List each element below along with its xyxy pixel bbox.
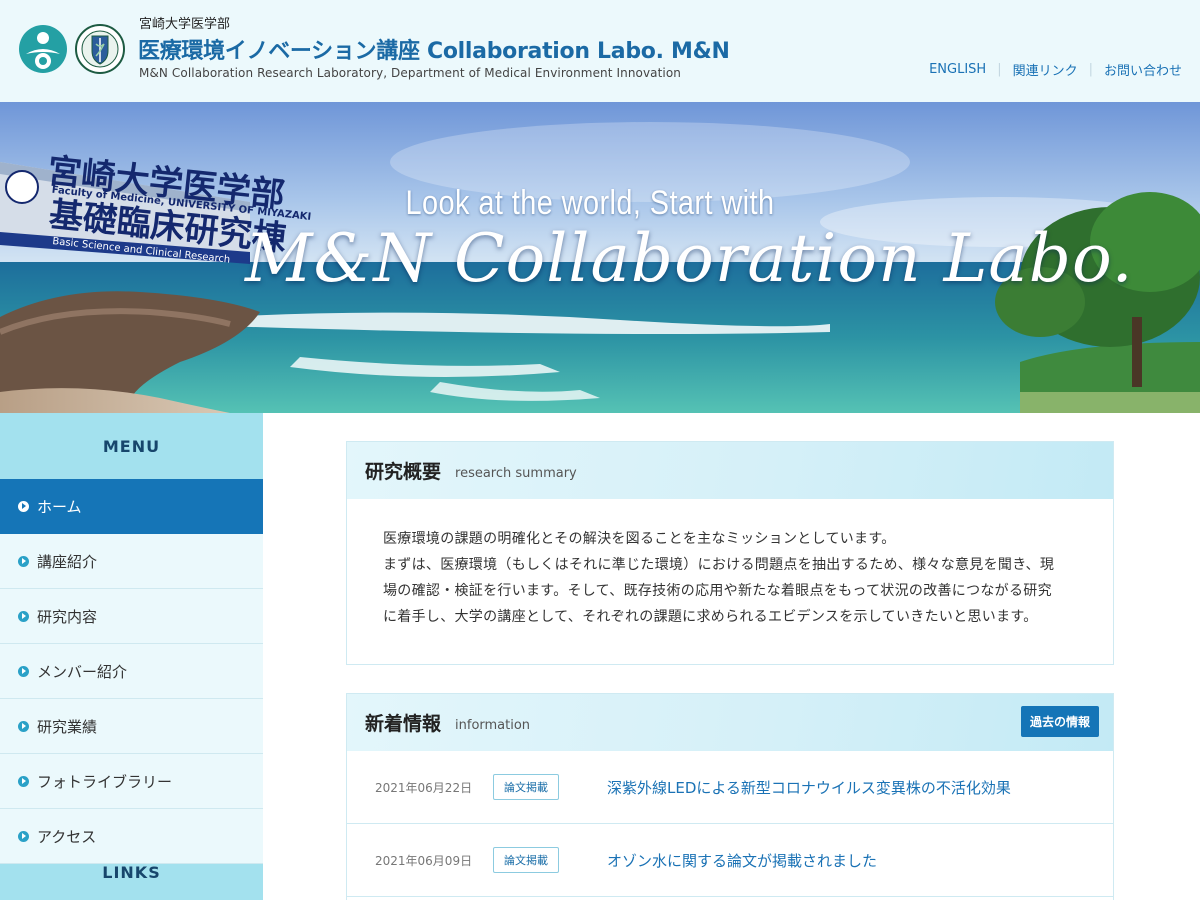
news-date: 2021年06月22日 bbox=[375, 780, 473, 795]
summary-line: まずは、医療環境（もしくはそれに準じた環境）における問題点を抽出するため、様々な… bbox=[383, 557, 1055, 573]
research-summary-subtitle: research summary bbox=[455, 466, 577, 481]
menu-item-label: 研究内容 bbox=[37, 607, 98, 626]
menu-item-label: 研究業績 bbox=[37, 717, 98, 736]
summary-line: に着手し、大学の講座として、それぞれの課題に求められるエビデンスを示していきたい… bbox=[383, 609, 1038, 625]
news-item: 2021年06月22日 論文掲載 深紫外線LEDによる新型コロナウイルス変異株の… bbox=[347, 751, 1113, 824]
hero-tagline: Look at the world, Start with bbox=[405, 184, 775, 222]
menu-item-course[interactable]: 講座紹介 bbox=[0, 534, 263, 589]
hero-banner: 宮崎大学医学部 Faculty of Medicine, UNIVERSITY … bbox=[0, 102, 1200, 413]
menu-item-label: メンバー紹介 bbox=[37, 662, 128, 681]
news-tag: 論文掲載 bbox=[493, 847, 559, 873]
menu-item-label: 講座紹介 bbox=[37, 552, 98, 571]
site-header: 宮崎大学医学部 医療環境イノベーション講座 Collaboration Labo… bbox=[0, 0, 1200, 102]
menu-list: ホーム 講座紹介 研究内容 メンバー紹介 研究業績 フォトライブラリー アクセス bbox=[0, 479, 263, 864]
arrow-bullet-icon bbox=[18, 555, 29, 567]
main-content: 研究概要 research summary 医療環境の課題の明確化とその解決を図… bbox=[263, 413, 1200, 900]
summary-line: 場の確認・検証を行います。そして、既存技術の応用や新たな着眼点をもって状況の改善… bbox=[383, 583, 1052, 599]
research-summary-header: 研究概要 research summary bbox=[347, 442, 1113, 499]
news-link[interactable]: オゾン水に関する論文が掲載されました bbox=[607, 850, 877, 871]
english-link[interactable]: ENGLISH bbox=[929, 62, 986, 77]
site-title[interactable]: 医療環境イノベーション講座 Collaboration Labo. M&N bbox=[138, 33, 730, 65]
research-summary-title: 研究概要 bbox=[365, 461, 442, 483]
site-subtitle: M&N Collaboration Research Laboratory, D… bbox=[139, 66, 682, 80]
arrow-bullet-icon bbox=[18, 830, 29, 842]
arrow-bullet-icon bbox=[18, 775, 29, 787]
university-logo-icon[interactable] bbox=[18, 24, 68, 74]
arrow-bullet-icon bbox=[18, 665, 29, 677]
arrow-bullet-icon bbox=[18, 720, 29, 732]
menu-title: MENU bbox=[102, 436, 161, 456]
university-name: 宮崎大学医学部 bbox=[139, 17, 231, 32]
menu-item-photo-library[interactable]: フォトライブラリー bbox=[0, 754, 263, 809]
sidebar: MENU ホーム 講座紹介 研究内容 メンバー紹介 研究業績 フォトライブラリー bbox=[0, 413, 263, 900]
menu-item-home[interactable]: ホーム bbox=[0, 479, 263, 534]
menu-item-access[interactable]: アクセス bbox=[0, 809, 263, 864]
link-divider: | bbox=[1088, 62, 1093, 77]
contact-link[interactable]: お問い合わせ bbox=[1104, 60, 1182, 79]
summary-line: 医療環境の課題の明確化とその解決を図ることを主なミッションとしています。 bbox=[383, 531, 896, 547]
news-link[interactable]: 深紫外線LEDによる新型コロナウイルス変異株の不活化効果 bbox=[607, 777, 1011, 798]
news-item: 2021年06月09日 論文掲載 オゾン水に関する論文が掲載されました bbox=[347, 824, 1113, 897]
news-tag: 論文掲載 bbox=[493, 774, 559, 800]
link-divider: | bbox=[997, 62, 1002, 77]
news-header: 新着情報 information 過去の情報 bbox=[347, 694, 1113, 751]
menu-item-label: アクセス bbox=[37, 827, 97, 846]
arrow-bullet-icon bbox=[18, 610, 29, 622]
news-title: 新着情報 bbox=[365, 713, 442, 735]
menu-item-label: フォトライブラリー bbox=[37, 772, 173, 791]
research-summary-text: 医療環境の課題の明確化とその解決を図ることを主なミッションとしています。 まずは… bbox=[347, 499, 1113, 630]
past-info-button[interactable]: 過去の情報 bbox=[1020, 706, 1099, 737]
menu-item-achievements[interactable]: 研究業績 bbox=[0, 699, 263, 754]
faculty-emblem-icon[interactable] bbox=[75, 24, 125, 74]
news-card: 新着情報 information 過去の情報 2021年06月22日 論文掲載 … bbox=[346, 693, 1114, 900]
news-date: 2021年06月09日 bbox=[375, 853, 473, 868]
hero-title: M&N Collaboration Labo. bbox=[245, 220, 1134, 297]
links-title: LINKS bbox=[102, 863, 161, 882]
research-summary-card: 研究概要 research summary 医療環境の課題の明確化とその解決を図… bbox=[346, 441, 1114, 665]
related-links-link[interactable]: 関連リンク bbox=[1013, 60, 1078, 79]
menu-item-label: ホーム bbox=[37, 497, 82, 516]
menu-item-research[interactable]: 研究内容 bbox=[0, 589, 263, 644]
arrow-bullet-icon bbox=[18, 500, 29, 512]
top-links: ENGLISH | 関連リンク | お問い合わせ bbox=[929, 60, 1182, 79]
menu-item-members[interactable]: メンバー紹介 bbox=[0, 644, 263, 699]
news-subtitle: information bbox=[455, 718, 531, 733]
